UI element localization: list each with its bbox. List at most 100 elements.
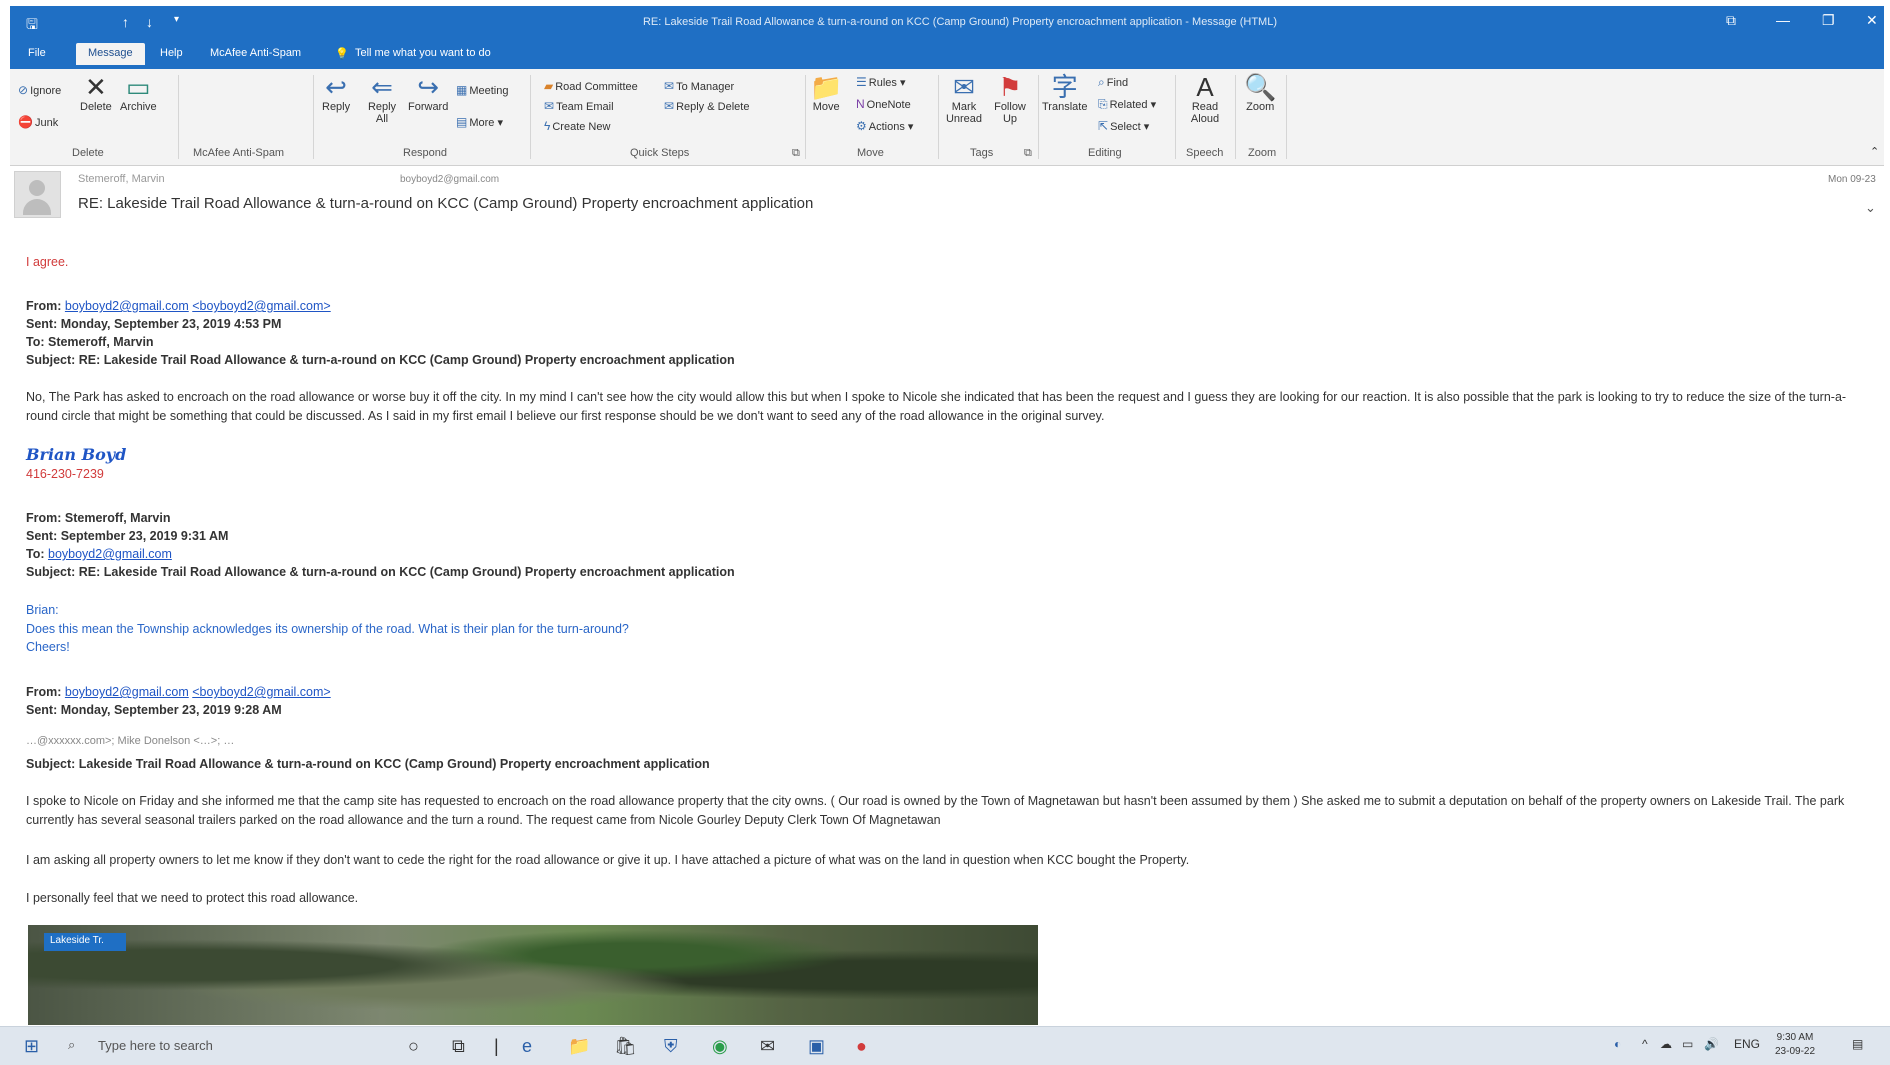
ribbon: ⊘ Ignore ⛔ Junk ✕ Delete ▭ Archive Delete Mc…: [10, 69, 1884, 166]
language-indicator[interactable]: ENG: [1734, 1037, 1760, 1051]
chevron-down-icon[interactable]: ⌄: [1865, 200, 1876, 216]
taskbar-search[interactable]: ⌕ Type here to search: [62, 1033, 382, 1059]
task-view-icon[interactable]: ⧉: [452, 1036, 465, 1056]
chrome-icon[interactable]: ◉: [712, 1036, 728, 1056]
separator: [938, 75, 939, 159]
volume-icon[interactable]: 🔊: [1704, 1037, 1719, 1051]
forward-mail-icon: ✉: [664, 79, 675, 93]
reply-all-button[interactable]: ⇐ Reply All: [362, 73, 402, 125]
tab-mcafee[interactable]: McAfee Anti-Spam: [210, 47, 301, 59]
email-link[interactable]: <boyboyd2@gmail.com>: [192, 685, 330, 699]
related-icon: ⎘: [1098, 97, 1108, 111]
email-link[interactable]: boyboyd2@gmail.com: [65, 685, 189, 699]
down-arrow-icon[interactable]: ↓: [146, 14, 153, 30]
find-icon: ⌕: [1098, 75, 1105, 89]
edge-icon[interactable]: e: [522, 1036, 532, 1056]
dialog-launcher-icon[interactable]: ⧉: [1024, 147, 1032, 160]
show-hidden-icons[interactable]: ^: [1642, 1037, 1648, 1051]
minimize-icon[interactable]: —: [1776, 12, 1790, 28]
shield-icon[interactable]: ⛨: [664, 1036, 678, 1056]
file-explorer-icon[interactable]: 📁: [568, 1036, 590, 1056]
junk-button[interactable]: ⛔ Junk: [18, 115, 58, 129]
meeting-button[interactable]: ▦ Meeting: [456, 83, 508, 97]
quickstep-road-committee[interactable]: ▰ Road Committee: [544, 79, 638, 93]
battery-icon[interactable]: ▭: [1682, 1037, 1693, 1051]
cloud-icon[interactable]: ☁: [1660, 1037, 1672, 1051]
collapse-ribbon-icon[interactable]: ⌃: [1870, 145, 1879, 158]
translate-button[interactable]: 字 Translate: [1042, 73, 1087, 113]
find-button[interactable]: ⌕ Find: [1098, 75, 1128, 90]
up-arrow-icon[interactable]: ↑: [122, 14, 129, 30]
zoom-button[interactable]: 🔍 Zoom: [1244, 73, 1276, 113]
date: 23-09-22: [1775, 1046, 1816, 1057]
onenote-button[interactable]: N OneNote: [856, 97, 911, 111]
greeting: Brian:: [26, 603, 59, 617]
dialog-launcher-icon[interactable]: ⧉: [792, 147, 800, 160]
read-aloud-icon: A: [1196, 72, 1214, 102]
more-respond-button[interactable]: ▤ More ▾: [456, 115, 503, 129]
group-label-speech: Speech: [1186, 147, 1224, 159]
tab-file[interactable]: File: [28, 47, 46, 59]
group-label-zoom: Zoom: [1248, 147, 1277, 159]
mail-icon: ✉: [544, 99, 555, 113]
quickstep-to-manager[interactable]: ✉ To Manager: [664, 79, 734, 93]
tab-message[interactable]: Message: [76, 43, 145, 65]
tell-me-search[interactable]: Tell me what you want to do: [355, 47, 491, 59]
sent-date: Mon 09-23: [1828, 174, 1876, 185]
maximize-icon[interactable]: ❐: [1822, 12, 1835, 29]
aerial-photo[interactable]: Lakeside Tr.: [28, 925, 1038, 1025]
close-icon[interactable]: ✕: [1866, 12, 1878, 29]
translate-icon: 字: [1051, 72, 1078, 102]
email-link[interactable]: <boyboyd2@gmail.com>: [192, 299, 330, 313]
archive-button[interactable]: ▭ Archive: [120, 73, 157, 113]
outlook-icon[interactable]: ▣: [808, 1036, 825, 1056]
save-icon[interactable]: 🖫: [26, 14, 38, 38]
time: 9:30 AM: [1776, 1032, 1814, 1043]
photo-location-label: Lakeside Tr.: [44, 933, 126, 951]
email-link[interactable]: boyboyd2@gmail.com: [48, 547, 172, 561]
select-button[interactable]: ⇱ Select ▾: [1098, 119, 1149, 133]
windows-start-icon[interactable]: ⊞: [24, 1036, 39, 1056]
ribbon-display-options-icon[interactable]: ⧉: [1726, 12, 1736, 29]
lightning-icon: ϟ: [544, 119, 551, 133]
sender-name[interactable]: Stemeroff, Marvin: [78, 173, 165, 185]
customize-quick-access-icon[interactable]: ▾: [174, 14, 179, 25]
rules-button[interactable]: ☰ Rules ▾: [856, 75, 905, 89]
search-placeholder: Type here to search: [98, 1038, 213, 1053]
move-button[interactable]: 📁 Move: [810, 73, 842, 113]
recipient[interactable]: boyboyd2@gmail.com: [400, 174, 499, 185]
group-label-editing: Editing: [1088, 147, 1122, 159]
divider-icon: |: [494, 1036, 499, 1056]
question-text: Does this mean the Township acknowledges…: [26, 622, 629, 636]
quoted-paragraph: I personally feel that we need to protec…: [26, 891, 359, 905]
quoted-sent: Sent: Monday, September 23, 2019 4:53 PM: [26, 317, 282, 331]
email-link[interactable]: boyboyd2@gmail.com: [65, 299, 189, 313]
read-aloud-button[interactable]: A Read Aloud: [1185, 73, 1225, 125]
related-button[interactable]: ⎘ Related ▾: [1098, 97, 1156, 112]
notifications-icon[interactable]: ▤: [1852, 1037, 1863, 1051]
mail-app-icon[interactable]: ✉: [760, 1036, 775, 1056]
follow-up-button[interactable]: ⚑ Follow Up: [990, 73, 1030, 125]
separator: [1235, 75, 1236, 159]
mark-unread-button[interactable]: ✉ Mark Unread: [944, 73, 984, 125]
cortana-icon[interactable]: ○: [408, 1036, 419, 1056]
lightbulb-icon: 💡: [335, 48, 349, 60]
network-app-icon[interactable]: ◐: [1614, 1037, 1621, 1051]
forward-button[interactable]: ↪ Forward: [408, 73, 448, 113]
reply-text: I agree.: [26, 255, 69, 269]
app-icon[interactable]: ●: [856, 1036, 867, 1056]
group-label-tags: Tags: [970, 147, 994, 159]
group-label-quick-steps: Quick Steps: [630, 147, 690, 159]
actions-button[interactable]: ⚙ Actions ▾: [856, 119, 913, 133]
delete-button[interactable]: ✕ Delete: [80, 73, 112, 113]
quoted-from: From: boyboyd2@gmail.com <boyboyd2@gmail…: [26, 299, 331, 313]
reply-button[interactable]: ↩ Reply: [322, 73, 350, 113]
group-label-delete: Delete: [72, 147, 104, 159]
store-icon[interactable]: 🛍: [614, 1036, 637, 1056]
ignore-button[interactable]: ⊘ Ignore: [18, 83, 61, 97]
tab-help[interactable]: Help: [160, 47, 183, 59]
clock[interactable]: 9:30 AM 23-09-22: [1775, 1031, 1815, 1059]
quickstep-create-new[interactable]: ϟ Create New: [544, 119, 610, 133]
quickstep-reply-delete[interactable]: ✉ Reply & Delete: [664, 99, 749, 113]
quickstep-team-email[interactable]: ✉ Team Email: [544, 99, 614, 113]
